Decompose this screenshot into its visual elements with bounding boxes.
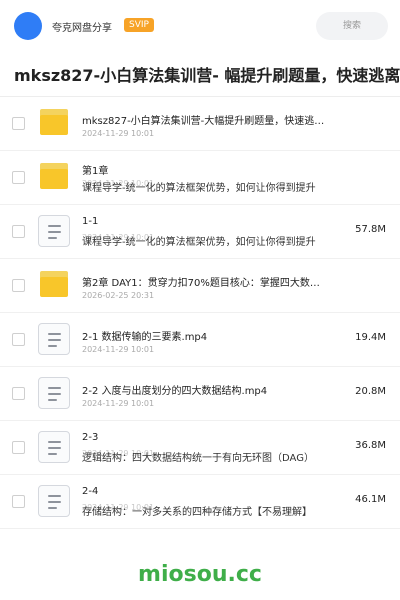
item-subtitle: 逻辑结构：四大数据结构统一于有向无环图（DAG） xyxy=(82,453,314,464)
item-name: 2-2 入度与出度划分的四大数据结构.mp4 xyxy=(82,386,268,397)
item-name: 2-4 xyxy=(82,486,99,497)
folder-icon xyxy=(40,271,68,297)
file-list: mksz827-小白算法集训营-大幅提升刷题量，快速逃离新手区 2024-11-… xyxy=(0,97,400,529)
document-icon xyxy=(38,485,70,517)
list-item[interactable]: 第1章 2024-11-29 10:01 课程导学-统一化的算法框架优势，如何让… xyxy=(0,151,400,205)
list-item[interactable]: 2-4 2024-11-29 10:01 存储结构：一对多关系的四种存储方式【不… xyxy=(0,475,400,529)
document-icon xyxy=(38,377,70,409)
select-checkbox[interactable] xyxy=(12,333,25,346)
document-icon xyxy=(38,323,70,355)
item-size: 19.4M xyxy=(355,332,386,343)
select-checkbox[interactable] xyxy=(12,495,25,508)
svip-badge: SVIP xyxy=(124,18,154,32)
select-checkbox[interactable] xyxy=(12,387,25,400)
select-checkbox[interactable] xyxy=(12,117,25,130)
document-icon xyxy=(38,215,70,247)
list-item[interactable]: 2-2 入度与出度划分的四大数据结构.mp4 2024-11-29 10:01 … xyxy=(0,367,400,421)
select-checkbox[interactable] xyxy=(12,441,25,454)
item-subtitle: 课程导学-统一化的算法框架优势，如何让你得到提升 xyxy=(82,237,316,248)
document-icon xyxy=(38,431,70,463)
select-checkbox[interactable] xyxy=(12,171,25,184)
list-item[interactable]: 2-1 数据传输的三要素.mp4 2024-11-29 10:01 19.4M xyxy=(0,313,400,367)
item-name: 第1章 xyxy=(82,166,109,177)
username[interactable]: 夸克网盘分享 xyxy=(52,19,112,34)
list-item[interactable]: 2-3 2024-11-29 10:01 逻辑结构：四大数据结构统一于有向无环图… xyxy=(0,421,400,475)
list-item[interactable]: mksz827-小白算法集训营-大幅提升刷题量，快速逃离新手区 2024-11-… xyxy=(0,97,400,151)
header: 夸克网盘分享 SVIP 搜索 xyxy=(0,0,400,52)
item-size: 36.8M xyxy=(355,440,386,451)
item-date: 2024-11-29 10:01 xyxy=(82,129,155,138)
item-subtitle: 课程导学-统一化的算法框架优势，如何让你得到提升 xyxy=(82,183,316,194)
folder-icon xyxy=(40,163,68,189)
item-name: 2-1 数据传输的三要素.mp4 xyxy=(82,332,208,343)
item-subtitle: 存储结构：一对多关系的四种存储方式【不易理解】 xyxy=(82,507,312,518)
item-size: 57.8M xyxy=(355,224,386,235)
item-name: 2-3 xyxy=(82,432,99,443)
select-checkbox[interactable] xyxy=(12,225,25,238)
item-size: 46.1M xyxy=(355,494,386,505)
item-name: 1-1 xyxy=(82,216,99,227)
folder-icon xyxy=(40,109,68,135)
item-date: 2026-02-25 20:31 xyxy=(82,291,155,300)
list-item[interactable]: 第2章 DAY1：贯穿力扣70%题目核心：掌握四大数据结构 2026-02-25… xyxy=(0,259,400,313)
page-title: mksz827-小白算法集训营- 幅提升刷题量，快速逃离新手区 xyxy=(14,66,400,85)
watermark: miosou.cc xyxy=(138,562,262,587)
item-date: 2024-11-29 10:01 xyxy=(82,399,155,408)
select-checkbox[interactable] xyxy=(12,279,25,292)
item-date: 2024-11-29 10:01 xyxy=(82,345,155,354)
avatar[interactable] xyxy=(14,12,42,40)
search-input[interactable]: 搜索 xyxy=(316,12,388,40)
list-item[interactable]: 1-1 2024-11-29 10:01 课程导学-统一化的算法框架优势，如何让… xyxy=(0,205,400,259)
item-name: 第2章 DAY1：贯穿力扣70%题目核心：掌握四大数据结构 xyxy=(82,278,327,289)
item-size: 20.8M xyxy=(355,386,386,397)
item-name: mksz827-小白算法集训营-大幅提升刷题量，快速逃离新手区 xyxy=(82,116,327,127)
